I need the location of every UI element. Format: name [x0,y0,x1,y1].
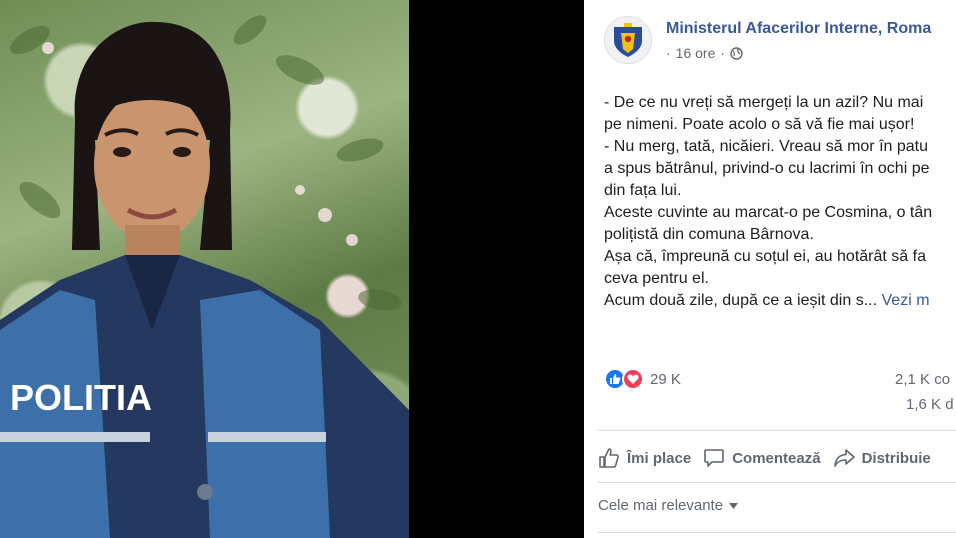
like-button-label: Îmi place [627,449,692,467]
love-reaction-icon [622,368,644,390]
post-text-line: - De ce nu vreți să mergeți la un azil? … [604,94,924,111]
comment-button-label: Comentează [732,449,821,467]
share-arrow-icon [833,449,855,467]
like-button[interactable]: Îmi place [598,447,691,469]
post-text: - De ce nu vreți să mergeți la un azil? … [604,92,956,312]
comment-filter-label: Cele mai relevante [598,497,724,514]
post-text-line: pe nimeni. Poate acolo o să vă fie mai u… [604,116,915,133]
post-text-line: Aceste cuvinte au marcat-o pe Cosmina, o… [604,204,933,221]
filter-divider [598,532,956,533]
meta-separator: · [666,45,671,61]
post-actions: Îmi place Comentează Distribuie [598,438,943,478]
share-button[interactable]: Distribuie [833,447,931,469]
comment-button[interactable]: Comentează [703,447,821,469]
post-text-line: a spus bătrânul, privind-o cu lacrimi în… [604,160,930,177]
globe-icon [730,46,743,60]
post-photo[interactable]: POLITIA [0,0,409,538]
actions-top-divider [598,430,956,431]
post-text-line: - Nu merg, tată, nicăieri. Vreau să mor … [604,138,928,155]
post-text-line: Așa că, împreună cu soțul ei, au hotărât… [604,248,926,265]
shares-count-link[interactable]: 1,6 K d [906,396,954,413]
post-text-line: ceva pentru el. [604,270,709,287]
page-name-link[interactable]: Ministerul Afacerilor Interne, Roma [666,20,931,38]
post-text-line: din fața lui. [604,182,682,199]
post-meta: · 16 ore · [666,45,743,61]
post-timestamp[interactable]: 16 ore [676,45,716,61]
comments-count-link[interactable]: 2,1 K co [895,371,950,388]
reaction-count: 29 K [650,370,681,388]
photo-illustration: POLITIA [0,15,409,538]
thumbs-up-icon [599,448,619,468]
page-avatar[interactable] [604,16,652,64]
see-more-link[interactable]: Vezi m [882,292,930,309]
coat-of-arms-icon [614,23,642,57]
post-text-last-line: Acum două zile, după ce a ieșit din s...… [604,290,956,312]
meta-separator: · [720,45,726,61]
comment-filter-dropdown[interactable]: Cele mai relevante [598,497,739,514]
post-text-truncated: Acum două zile, după ce a ieșit din s... [604,292,878,309]
share-button-label: Distribuie [861,449,931,467]
actions-bottom-divider [598,482,956,483]
post-text-line: polițistă din comuna Bârnova. [604,226,814,243]
post-panel: Ministerul Afacerilor Interne, Roma · 16… [584,0,956,538]
reactions-summary[interactable]: 29 K [604,368,681,390]
caret-down-icon [729,502,739,509]
vest-text: POLITIA [10,377,152,418]
photo-letterbox [409,0,584,538]
comment-bubble-icon [704,449,725,467]
